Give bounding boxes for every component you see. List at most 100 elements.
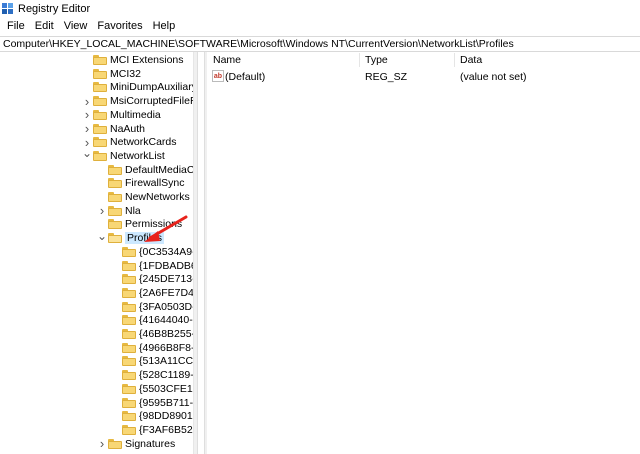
tree-item[interactable]: {F3AF6B52-3F xyxy=(111,423,193,437)
tree-item-label: MsiCorruptedFileRe xyxy=(110,95,193,108)
tree-item-label: NetworkCards xyxy=(110,136,177,149)
tree-item[interactable]: {46B8B255-81 xyxy=(111,327,193,341)
folder-icon xyxy=(122,342,136,353)
tree-item[interactable]: › Multimedia xyxy=(82,107,161,122)
tree-item[interactable]: MCI Extensions xyxy=(82,53,184,67)
tree-item[interactable]: {513A11CC-2/ xyxy=(111,354,193,368)
chevron-down-icon[interactable]: ⌄ xyxy=(97,229,107,243)
column-divider[interactable] xyxy=(359,53,360,67)
tree-item[interactable]: {41644040-99 xyxy=(111,313,193,327)
folder-icon xyxy=(122,356,136,367)
tree-item[interactable]: {245DE713-5/ xyxy=(111,272,193,286)
column-name-header[interactable]: Name xyxy=(213,54,241,66)
annotation-arrow-icon xyxy=(144,215,188,242)
menu-help[interactable]: Help xyxy=(148,20,181,32)
folder-icon xyxy=(122,274,136,285)
tree-item[interactable]: {9595B711-18 xyxy=(111,396,193,410)
tree-scrollbar-thumb[interactable] xyxy=(197,52,205,454)
tree-item-label: {9595B711-18 xyxy=(139,396,193,409)
folder-icon xyxy=(93,123,107,134)
value-name: (Default) xyxy=(225,70,266,83)
folder-icon xyxy=(108,219,122,230)
folder-icon xyxy=(108,192,122,202)
folder-icon xyxy=(122,383,136,394)
chevron-right-icon[interactable]: › xyxy=(97,203,107,218)
column-type-header[interactable]: Type xyxy=(365,54,388,66)
tree-item[interactable]: {98DD8901-2 xyxy=(111,409,193,423)
folder-icon xyxy=(122,370,136,381)
tree-item[interactable]: NewNetworks xyxy=(97,190,190,204)
folder-icon xyxy=(108,178,122,189)
column-divider[interactable] xyxy=(454,53,455,67)
tree-item[interactable]: › Nla xyxy=(97,203,141,218)
tree-item[interactable]: › MsiCorruptedFileRe xyxy=(82,94,193,109)
tree-item-label: {4966B8F8-8B xyxy=(139,341,193,354)
tree-item[interactable]: MCI32 xyxy=(82,67,141,81)
tree-item[interactable]: FirewallSync xyxy=(97,176,185,190)
pane-splitter[interactable] xyxy=(193,52,207,454)
folder-icon xyxy=(93,68,107,79)
list-row[interactable]: ab (Default) REG_SZ (value not set) xyxy=(207,69,640,84)
key-tree[interactable]: MCI Extensions MCI32 MiniDumpAuxiliaryl › Ms… xyxy=(0,52,193,454)
tree-item[interactable]: {0C3534A9-E/ xyxy=(111,245,193,259)
menu-bar: File Edit View Favorites Help xyxy=(0,17,640,35)
chevron-right-icon[interactable]: › xyxy=(82,94,92,109)
tree-item[interactable]: › NaAuth xyxy=(82,121,146,136)
tree-item[interactable]: {528C1189-C2 xyxy=(111,368,193,382)
folder-icon xyxy=(122,287,136,298)
tree-item[interactable]: ⌄ NetworkList xyxy=(82,146,165,163)
menu-edit[interactable]: Edit xyxy=(30,20,59,32)
folder-icon xyxy=(122,411,136,422)
folder-icon xyxy=(122,301,136,312)
tree-item-label: DefaultMediaCo xyxy=(125,163,193,176)
tree-item-label: NewNetworks xyxy=(125,191,190,203)
tree-item[interactable]: {4966B8F8-8B xyxy=(111,341,193,355)
chevron-down-icon[interactable]: ⌄ xyxy=(82,146,92,160)
folder-icon xyxy=(93,150,107,161)
values-list[interactable]: Name Type Data ab (Default) REG_SZ (valu… xyxy=(207,52,640,454)
tree-item-label: {1FDBADB6-E xyxy=(139,259,193,272)
menu-file[interactable]: File xyxy=(2,20,30,32)
tree-item-label: {41644040-99 xyxy=(139,314,193,327)
tree-item-label: {513A11CC-2/ xyxy=(139,355,193,368)
tree-item[interactable]: › NetworkCards xyxy=(82,135,177,150)
menu-view[interactable]: View xyxy=(59,20,93,32)
address-bar[interactable]: Computer\HKEY_LOCAL_MACHINE\SOFTWARE\Mic… xyxy=(0,36,640,52)
tree-item-label: MCI Extensions xyxy=(110,54,184,66)
menu-favorites[interactable]: Favorites xyxy=(92,20,147,32)
tree-item[interactable]: {1FDBADB6-E xyxy=(111,259,193,273)
folder-icon xyxy=(122,397,136,408)
chevron-right-icon[interactable]: › xyxy=(97,436,107,451)
tree-item-label: MiniDumpAuxiliaryl xyxy=(110,81,193,94)
string-value-icon: ab xyxy=(212,70,224,82)
tree-item[interactable]: {5503CFE1-35 xyxy=(111,382,193,396)
column-data-header[interactable]: Data xyxy=(460,54,482,66)
tree-item[interactable]: {2A6FE7D4-2/ xyxy=(111,286,193,300)
tree-item[interactable]: › Signatures xyxy=(97,436,175,451)
tree-item[interactable]: MiniDumpAuxiliaryl xyxy=(82,80,193,94)
tree-item[interactable]: DefaultMediaCo xyxy=(97,163,193,177)
tree-item-label: {F3AF6B52-3F xyxy=(139,423,193,436)
chevron-right-icon[interactable]: › xyxy=(82,107,92,122)
title-bar: Registry Editor xyxy=(0,0,640,17)
tree-item-label: {5503CFE1-35 xyxy=(139,382,193,395)
tree-item-label: NetworkList xyxy=(110,149,165,162)
tree-item-label: NaAuth xyxy=(110,122,146,135)
tree-item[interactable]: {3FA0503D-5F xyxy=(111,300,193,314)
value-data: (value not set) xyxy=(460,70,527,83)
chevron-right-icon[interactable]: › xyxy=(82,121,92,136)
